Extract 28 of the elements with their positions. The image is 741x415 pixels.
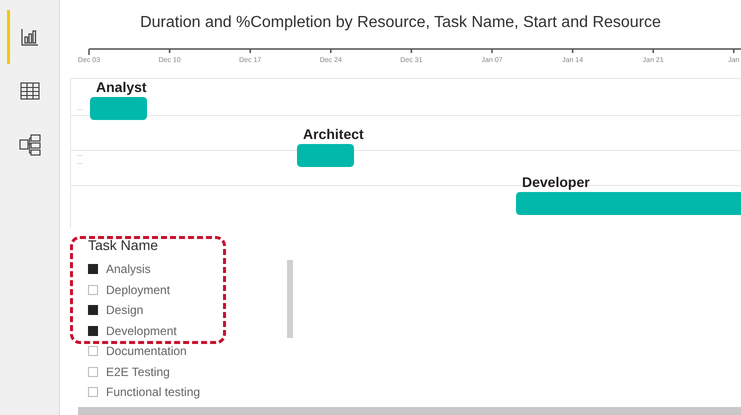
legend-item[interactable]: Analysis: [106, 263, 151, 276]
model-icon[interactable]: [18, 134, 40, 156]
checkbox[interactable]: [88, 326, 98, 336]
checkbox[interactable]: [88, 305, 98, 316]
duration-bar[interactable]: [90, 97, 147, 120]
checkbox[interactable]: [88, 264, 98, 274]
legend-title: Task Name: [88, 236, 158, 255]
vertical-scrollbar[interactable]: [287, 260, 293, 338]
horizontal-scrollbar[interactable]: [78, 407, 741, 415]
legend-item[interactable]: Development: [106, 324, 177, 337]
legend-item[interactable]: Design: [106, 304, 144, 316]
checkbox[interactable]: [88, 284, 98, 295]
chart-title: Duration and %Completion by Resource, Task Name, Start and Resource: [140, 13, 661, 33]
legend-item[interactable]: Functional testing: [106, 386, 200, 398]
duration-bar[interactable]: [516, 192, 741, 215]
duration-bar[interactable]: [297, 144, 354, 167]
resource-label: Analyst: [96, 80, 147, 94]
checkbox[interactable]: [88, 387, 98, 398]
resource-label: Developer: [522, 175, 590, 189]
active-indicator: [7, 10, 10, 64]
table-icon[interactable]: [20, 82, 40, 100]
legend-item[interactable]: E2E Testing: [106, 366, 170, 378]
checkbox[interactable]: [88, 366, 98, 377]
resource-label: Architect: [303, 127, 364, 141]
bar-chart-icon[interactable]: [20, 28, 38, 46]
checkbox[interactable]: [88, 346, 98, 356]
legend-item[interactable]: Documentation: [106, 345, 187, 358]
legend-item[interactable]: Deployment: [106, 284, 170, 296]
